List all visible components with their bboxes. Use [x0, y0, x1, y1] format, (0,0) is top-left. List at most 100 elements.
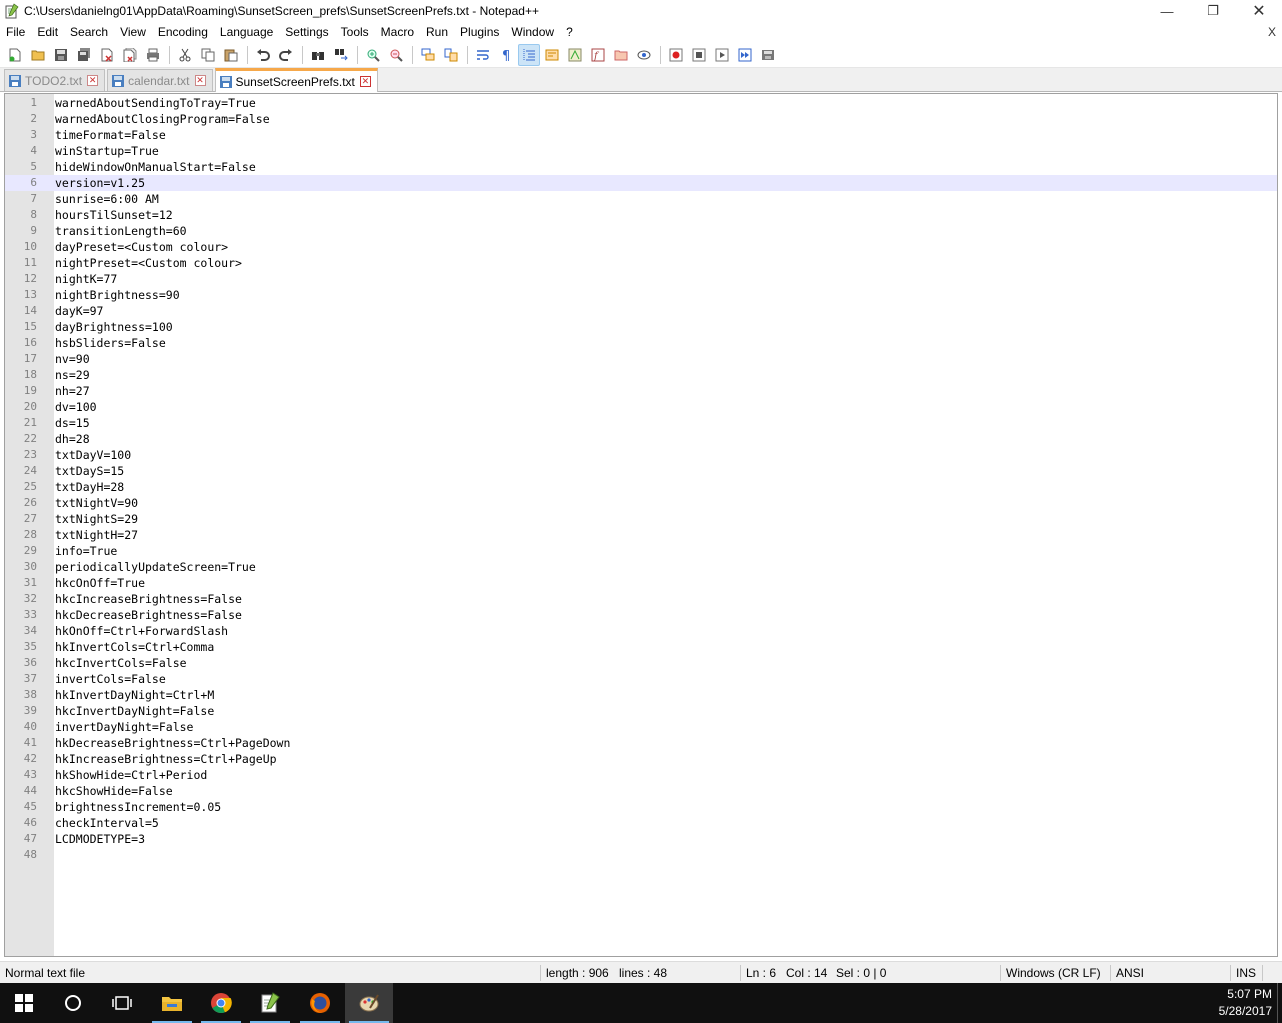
editor-line[interactable]: 44 hkcShowHide=False: [5, 783, 1277, 799]
indent-guide-button[interactable]: [518, 43, 540, 66]
taskbar-notepad-plus-plus[interactable]: [246, 983, 294, 1023]
editor-line[interactable]: 25 txtDayH=28: [5, 479, 1277, 495]
sync-vertical-button[interactable]: [417, 44, 439, 66]
editor-line[interactable]: 47 LCDMODETYPE=3: [5, 831, 1277, 847]
editor-line[interactable]: 2 warnedAboutClosingProgram=False: [5, 111, 1277, 127]
zoom-in-button[interactable]: [362, 44, 384, 66]
editor-line[interactable]: 33 hkcDecreaseBrightness=False: [5, 607, 1277, 623]
menu-encoding[interactable]: Encoding: [152, 22, 214, 42]
new-file-button[interactable]: [4, 44, 26, 66]
document-map-button[interactable]: [564, 44, 586, 66]
editor-line[interactable]: 48: [5, 847, 1277, 863]
editor-line[interactable]: 42 hkIncreaseBrightness=Ctrl+PageUp: [5, 751, 1277, 767]
system-clock[interactable]: 5:07 PM 5/28/2017: [1219, 986, 1272, 1020]
playback-macro-button[interactable]: [711, 44, 733, 66]
record-macro-button[interactable]: [665, 44, 687, 66]
close-tab-icon[interactable]: ✕: [359, 76, 371, 87]
copy-button[interactable]: [197, 44, 219, 66]
editor-line[interactable]: 45 brightnessIncrement=0.05: [5, 799, 1277, 815]
menu-help[interactable]: ?: [560, 22, 579, 42]
minimize-button[interactable]: —: [1144, 0, 1190, 22]
cortana-search-button[interactable]: [49, 983, 97, 1023]
tab-todo2[interactable]: TODO2.txt ✕: [4, 69, 106, 91]
editor-line[interactable]: 36 hkcInvertCols=False: [5, 655, 1277, 671]
open-file-button[interactable]: [27, 44, 49, 66]
close-window-button[interactable]: ✕: [1236, 0, 1282, 22]
menu-run[interactable]: Run: [420, 22, 454, 42]
editor-line[interactable]: 17 nv=90: [5, 351, 1277, 367]
save-button[interactable]: [50, 44, 72, 66]
editor-line[interactable]: 16 hsbSliders=False: [5, 335, 1277, 351]
editor-line[interactable]: 28 txtNightH=27: [5, 527, 1277, 543]
editor-line[interactable]: 15 dayBrightness=100: [5, 319, 1277, 335]
editor-line[interactable]: 18 ns=29: [5, 367, 1277, 383]
monitoring-button[interactable]: [633, 44, 655, 66]
tab-sunsetscreenprefs[interactable]: SunsetScreenPrefs.txt ✕: [214, 68, 378, 92]
editor-line[interactable]: 5 hideWindowOnManualStart=False: [5, 159, 1277, 175]
editor-line[interactable]: 37 invertCols=False: [5, 671, 1277, 687]
editor-line[interactable]: 19 nh=27: [5, 383, 1277, 399]
editor-line[interactable]: 43 hkShowHide=Ctrl+Period: [5, 767, 1277, 783]
save-macro-button[interactable]: [757, 44, 779, 66]
editor-line[interactable]: 29 info=True: [5, 543, 1277, 559]
editor-line[interactable]: 23 txtDayV=100: [5, 447, 1277, 463]
taskbar-firefox[interactable]: [296, 983, 344, 1023]
print-button[interactable]: [142, 44, 164, 66]
close-tab-icon[interactable]: ✕: [194, 75, 206, 86]
editor-line[interactable]: 39 hkcInvertDayNight=False: [5, 703, 1277, 719]
user-language-button[interactable]: [541, 44, 563, 66]
editor-line[interactable]: 31 hkcOnOff=True: [5, 575, 1277, 591]
text-editor[interactable]: 1 warnedAboutSendingToTray=True 2 warnedAbo…: [4, 93, 1278, 957]
editor-line[interactable]: 20 dv=100: [5, 399, 1277, 415]
editor-line[interactable]: 27 txtNightS=29: [5, 511, 1277, 527]
show-all-characters-button[interactable]: ¶: [495, 44, 517, 66]
menu-plugins[interactable]: Plugins: [454, 22, 505, 42]
close-all-button[interactable]: [119, 44, 141, 66]
redo-button[interactable]: [275, 44, 297, 66]
undo-button[interactable]: [252, 44, 274, 66]
show-desktop-button[interactable]: [1277, 983, 1282, 1023]
taskbar-paint[interactable]: [345, 983, 393, 1023]
zoom-out-button[interactable]: [385, 44, 407, 66]
function-list-button[interactable]: f: [587, 44, 609, 66]
editor-line[interactable]: 3 timeFormat=False: [5, 127, 1277, 143]
paste-button[interactable]: [220, 44, 242, 66]
editor-line[interactable]: 13 nightBrightness=90: [5, 287, 1277, 303]
stop-recording-button[interactable]: [688, 44, 710, 66]
editor-line[interactable]: 14 dayK=97: [5, 303, 1277, 319]
menu-tools[interactable]: Tools: [335, 22, 375, 42]
editor-line[interactable]: 35 hkInvertCols=Ctrl+Comma: [5, 639, 1277, 655]
close-file-button[interactable]: [96, 44, 118, 66]
editor-line[interactable]: 41 hkDecreaseBrightness=Ctrl+PageDown: [5, 735, 1277, 751]
editor-line[interactable]: 34 hkOnOff=Ctrl+ForwardSlash: [5, 623, 1277, 639]
taskbar-file-explorer[interactable]: [148, 983, 196, 1023]
close-tab-icon[interactable]: ✕: [87, 75, 99, 86]
editor-line[interactable]: 11 nightPreset=<Custom colour>: [5, 255, 1277, 271]
replace-button[interactable]: [330, 44, 352, 66]
menu-file[interactable]: File: [0, 22, 31, 42]
task-view-button[interactable]: [98, 983, 146, 1023]
taskbar-chrome[interactable]: [197, 983, 245, 1023]
editor-line[interactable]: 32 hkcIncreaseBrightness=False: [5, 591, 1277, 607]
menu-view[interactable]: View: [114, 22, 152, 42]
menu-edit[interactable]: Edit: [31, 22, 64, 42]
editor-line[interactable]: 22 dh=28: [5, 431, 1277, 447]
editor-line[interactable]: 8 hoursTilSunset=12: [5, 207, 1277, 223]
menu-macro[interactable]: Macro: [375, 22, 420, 42]
run-macro-multiple-button[interactable]: [734, 44, 756, 66]
close-document-button[interactable]: X: [1268, 22, 1276, 42]
menu-settings[interactable]: Settings: [279, 22, 334, 42]
start-button[interactable]: [0, 983, 48, 1023]
tab-calendar[interactable]: calendar.txt ✕: [107, 69, 213, 91]
menu-language[interactable]: Language: [214, 22, 279, 42]
save-all-button[interactable]: [73, 44, 95, 66]
menu-search[interactable]: Search: [64, 22, 114, 42]
editor-line[interactable]: 46 checkInterval=5: [5, 815, 1277, 831]
editor-line[interactable]: 12 nightK=77: [5, 271, 1277, 287]
editor-line[interactable]: 9 transitionLength=60: [5, 223, 1277, 239]
editor-line[interactable]: 4 winStartup=True: [5, 143, 1277, 159]
editor-line[interactable]: 6 version=v1.25: [5, 175, 1277, 191]
editor-line[interactable]: 38 hkInvertDayNight=Ctrl+M: [5, 687, 1277, 703]
editor-line[interactable]: 7 sunrise=6:00 AM: [5, 191, 1277, 207]
editor-line[interactable]: 40 invertDayNight=False: [5, 719, 1277, 735]
